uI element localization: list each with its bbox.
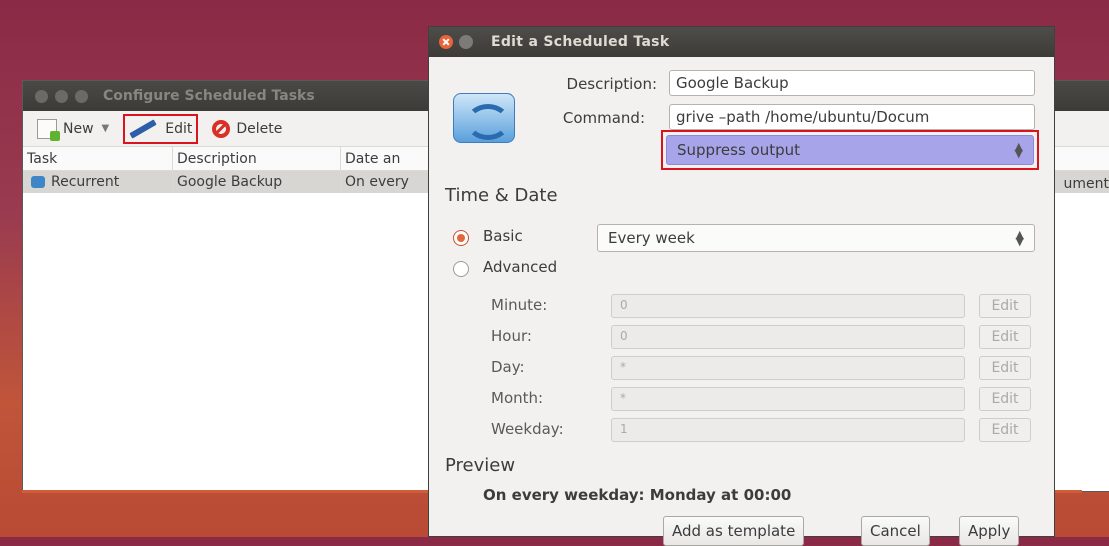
dialog-title: Edit a Scheduled Task xyxy=(491,34,669,50)
cancel-button[interactable]: Cancel xyxy=(861,516,930,546)
month-label: Month: xyxy=(491,389,543,407)
delete-label: Delete xyxy=(236,121,282,137)
preview-text: On every weekday: Monday at 00:00 xyxy=(483,486,791,504)
advanced-radio[interactable] xyxy=(453,261,469,277)
basic-label[interactable]: Basic xyxy=(483,227,523,245)
bg-close-button[interactable] xyxy=(35,90,48,103)
row-description-cell: Google Backup xyxy=(173,171,341,193)
month-field[interactable]: * xyxy=(611,387,965,411)
new-label: New xyxy=(63,121,94,137)
frequency-select[interactable]: Every week ▲▼ xyxy=(597,224,1035,252)
command-label: Command: xyxy=(529,109,645,127)
output-select[interactable]: Suppress output ▲▼ xyxy=(666,135,1034,165)
preview-heading: Preview xyxy=(445,455,515,476)
edit-task-dialog: Edit a Scheduled Task Description: Googl… xyxy=(428,26,1055,537)
day-edit-button[interactable]: Edit xyxy=(979,356,1031,380)
weekday-edit-button[interactable]: Edit xyxy=(979,418,1031,442)
add-as-template-button[interactable]: Add as template xyxy=(663,516,804,546)
output-select-highlight: Suppress output ▲▼ xyxy=(661,130,1039,170)
hour-field[interactable]: 0 xyxy=(611,325,965,349)
column-date[interactable]: Date an xyxy=(341,147,441,170)
output-select-value: Suppress output xyxy=(677,141,800,159)
day-field[interactable]: * xyxy=(611,356,965,380)
recurrent-icon xyxy=(31,176,45,188)
frequency-value: Every week xyxy=(608,229,695,247)
delete-icon xyxy=(212,120,230,138)
description-label: Description: xyxy=(529,75,657,93)
new-button[interactable]: New ▼ xyxy=(33,114,113,144)
bg-maximize-button[interactable] xyxy=(75,90,88,103)
minimize-icon[interactable] xyxy=(459,35,473,49)
pencil-icon xyxy=(130,119,157,138)
bg-minimize-button[interactable] xyxy=(55,90,68,103)
day-label: Day: xyxy=(491,358,525,376)
edit-label: Edit xyxy=(165,121,192,137)
column-description[interactable]: Description xyxy=(173,147,341,170)
close-icon[interactable] xyxy=(439,35,453,49)
row-date-cell: On every xyxy=(341,171,441,193)
dialog-titlebar: Edit a Scheduled Task xyxy=(429,27,1054,57)
new-task-icon xyxy=(37,119,57,139)
description-field[interactable]: Google Backup xyxy=(669,70,1035,96)
minute-edit-button[interactable]: Edit xyxy=(979,294,1031,318)
delete-button[interactable]: Delete xyxy=(208,114,286,144)
minute-field[interactable]: 0 xyxy=(611,294,965,318)
time-date-heading: Time & Date xyxy=(445,185,558,206)
bg-row-clipped-text: ument xyxy=(1064,176,1109,192)
command-field[interactable]: grive –path /home/ubuntu/Docum xyxy=(669,104,1035,130)
row-task-cell: Recurrent xyxy=(23,171,173,193)
chevron-updown-icon: ▲▼ xyxy=(1015,143,1023,157)
hour-edit-button[interactable]: Edit xyxy=(979,325,1031,349)
minute-label: Minute: xyxy=(491,296,547,314)
month-edit-button[interactable]: Edit xyxy=(979,387,1031,411)
row-task-text: Recurrent xyxy=(51,174,119,190)
edit-button[interactable]: Edit xyxy=(123,114,198,144)
bg-window-title: Configure Scheduled Tasks xyxy=(103,88,315,104)
weekday-field[interactable]: 1 xyxy=(611,418,965,442)
chevron-down-icon[interactable]: ▼ xyxy=(102,123,110,134)
advanced-label[interactable]: Advanced xyxy=(483,258,557,276)
refresh-icon xyxy=(453,93,515,143)
weekday-label: Weekday: xyxy=(491,420,564,438)
hour-label: Hour: xyxy=(491,327,532,345)
apply-button[interactable]: Apply xyxy=(959,516,1019,546)
column-task[interactable]: Task xyxy=(23,147,173,170)
basic-radio[interactable] xyxy=(453,230,469,246)
chevron-updown-icon: ▲▼ xyxy=(1016,231,1024,245)
